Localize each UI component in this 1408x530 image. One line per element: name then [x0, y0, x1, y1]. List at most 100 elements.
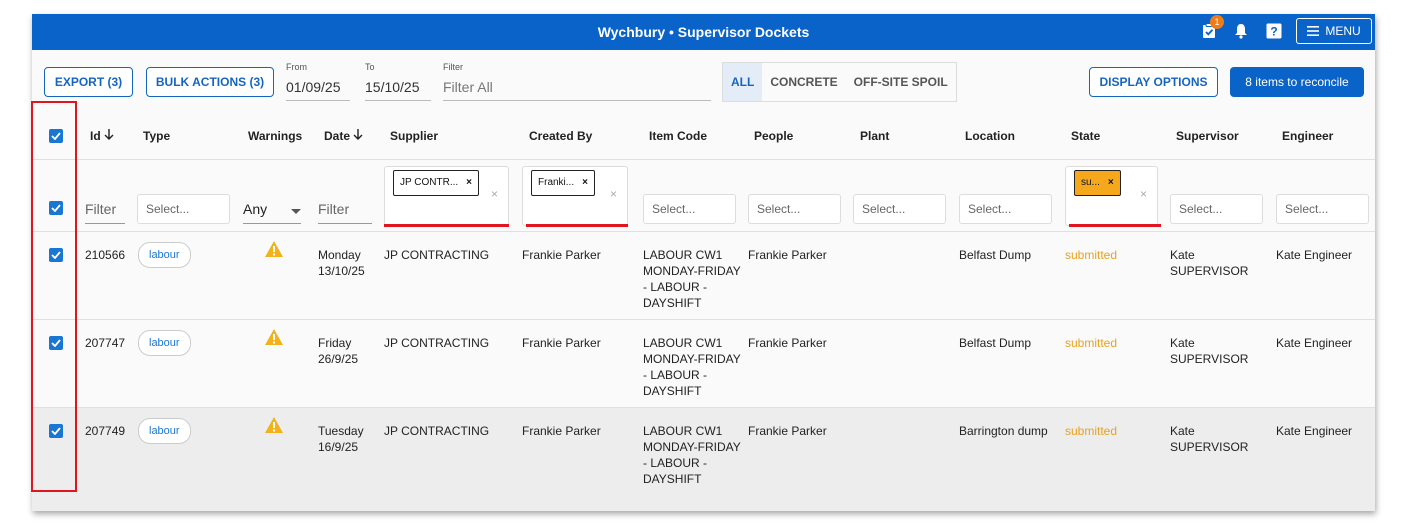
row-location: Barrington dump	[959, 424, 1048, 438]
item-code-line: - LABOUR -	[643, 368, 708, 382]
row-id[interactable]: 207747	[85, 335, 125, 351]
supervisor-line: SUPERVISOR	[1170, 440, 1249, 454]
reconcile-button[interactable]: 8 items to reconcile	[1230, 67, 1364, 97]
supervisor-line: Kate	[1170, 248, 1195, 262]
created-by-chip-remove-icon[interactable]: ×	[582, 177, 588, 188]
warning-icon	[265, 329, 283, 345]
plant-filter-select[interactable]: Select...	[853, 194, 946, 224]
header-plant[interactable]: Plant	[860, 129, 889, 143]
type-filter-select[interactable]: Select...	[137, 194, 230, 224]
tasks-button[interactable]: 1	[1200, 15, 1224, 40]
filter-placeholder: Filter All	[443, 79, 493, 95]
header-id[interactable]: Id	[90, 129, 114, 143]
top-bar: Wychbury • Supervisor Dockets 1 ? MENU	[32, 14, 1375, 50]
item-code-line: DAYSHIFT	[643, 384, 702, 398]
header-date-label: Date	[324, 129, 351, 143]
supervisor-filter-select[interactable]: Select...	[1170, 194, 1263, 224]
item-code-filter-select[interactable]: Select...	[643, 194, 736, 224]
help-button[interactable]: ?	[1265, 22, 1283, 40]
header-item-code[interactable]: Item Code	[649, 129, 707, 143]
header-warnings[interactable]: Warnings	[248, 129, 302, 143]
item-code-line: LABOUR CW1	[643, 424, 723, 438]
id-filter-placeholder: Filter	[85, 201, 117, 217]
supplier-clear-icon[interactable]: ×	[491, 187, 498, 201]
row-supplier: JP CONTRACTING	[384, 248, 490, 262]
supplier-chip-remove-icon[interactable]: ×	[466, 177, 472, 188]
from-value: 01/09/25	[286, 79, 341, 95]
header-engineer[interactable]: Engineer	[1282, 129, 1333, 143]
display-options-button[interactable]: DISPLAY OPTIONS	[1089, 67, 1218, 97]
header-state[interactable]: State	[1071, 129, 1100, 143]
row-people: Frankie Parker	[748, 336, 827, 350]
bulk-actions-button[interactable]: BULK ACTIONS (3)	[146, 67, 274, 97]
export-button[interactable]: EXPORT (3)	[44, 67, 133, 97]
from-label: From	[286, 62, 307, 72]
supervisor-line: SUPERVISOR	[1170, 352, 1249, 366]
supplier-filter-select[interactable]: JP CONTR... × ×	[384, 166, 509, 226]
menu-label: MENU	[1325, 24, 1361, 38]
header-supervisor[interactable]: Supervisor	[1176, 129, 1239, 143]
id-filter-input[interactable]: Filter	[85, 201, 125, 224]
header-type[interactable]: Type	[143, 129, 170, 143]
item-code-line: - LABOUR -	[643, 456, 708, 470]
supplier-highlight-underline	[384, 224, 509, 227]
tab-concrete[interactable]: CONCRETE	[762, 63, 845, 101]
header-date[interactable]: Date	[324, 129, 363, 143]
notifications-button[interactable]	[1232, 22, 1250, 40]
supervisor-line: Kate	[1170, 336, 1195, 350]
row-id[interactable]: 210566	[85, 247, 125, 263]
filter-label: Filter	[443, 62, 463, 72]
menu-button[interactable]: MENU	[1296, 18, 1372, 44]
state-filter-chip[interactable]: su... ×	[1074, 170, 1121, 196]
row-created-by: Frankie Parker	[522, 336, 601, 350]
warning-icon	[265, 417, 283, 433]
app-title: Wychbury • Supervisor Dockets	[597, 24, 810, 40]
state-chip-remove-icon[interactable]: ×	[1108, 177, 1114, 188]
row-item-code: LABOUR CW1 MONDAY-FRIDAY - LABOUR - DAYSHIF…	[643, 335, 741, 399]
header-location[interactable]: Location	[965, 129, 1015, 143]
row-location: Belfast Dump	[959, 336, 1032, 350]
created-by-clear-icon[interactable]: ×	[610, 187, 617, 201]
warnings-filter-value: Any	[243, 201, 268, 217]
row-item-code: LABOUR CW1 MONDAY-FRIDAY - LABOUR - DAYSHIF…	[643, 423, 741, 487]
row-date-day: Friday	[318, 336, 352, 350]
caret-down-icon	[291, 209, 301, 214]
tab-all[interactable]: ALL	[723, 63, 763, 101]
row-state: submitted	[1065, 424, 1118, 438]
state-filter-select[interactable]: su... × ×	[1065, 166, 1158, 226]
engineer-filter-select[interactable]: Select...	[1276, 194, 1369, 224]
row-id[interactable]: 207749	[85, 423, 125, 439]
created-by-filter-chip[interactable]: Franki... ×	[531, 170, 595, 196]
row-state: submitted	[1065, 336, 1118, 350]
tab-off-site-spoil[interactable]: OFF-SITE SPOIL	[846, 63, 956, 101]
state-highlight-underline	[1069, 224, 1161, 227]
row-supervisor: Kate SUPERVISOR	[1170, 335, 1248, 367]
checkbox-column-highlight	[31, 101, 77, 492]
arrow-down-icon	[353, 129, 363, 140]
header-created-by[interactable]: Created By	[529, 129, 592, 143]
header-supplier[interactable]: Supplier	[390, 129, 438, 143]
row-date: Friday 26/9/25	[318, 335, 358, 367]
item-code-line: LABOUR CW1	[643, 336, 723, 350]
to-date-field[interactable]: To 15/10/25	[365, 62, 431, 101]
category-tabs: ALL CONCRETE OFF-SITE SPOIL	[722, 62, 957, 102]
row-engineer: Kate Engineer	[1276, 336, 1353, 350]
created-by-highlight-underline	[526, 224, 628, 227]
supplier-filter-chip[interactable]: JP CONTR... ×	[393, 170, 479, 196]
row-engineer: Kate Engineer	[1276, 424, 1353, 438]
created-by-chip-label: Franki...	[538, 177, 575, 188]
supplier-chip-label: JP CONTR...	[400, 177, 459, 188]
row-date-value: 26/9/25	[318, 352, 359, 366]
row-people: Frankie Parker	[748, 424, 827, 438]
created-by-filter-select[interactable]: Franki... × ×	[522, 166, 628, 226]
from-date-field[interactable]: From 01/09/25	[286, 62, 350, 101]
hamburger-icon	[1307, 26, 1320, 36]
filter-all-input[interactable]: Filter Filter All	[443, 62, 711, 101]
location-filter-select[interactable]: Select...	[959, 194, 1052, 224]
date-filter-input[interactable]: Filter	[318, 201, 372, 224]
people-filter-select[interactable]: Select...	[748, 194, 841, 224]
warnings-filter-select[interactable]: Any	[243, 201, 301, 224]
state-clear-icon[interactable]: ×	[1140, 187, 1147, 201]
row-supervisor: Kate SUPERVISOR	[1170, 423, 1248, 455]
header-people[interactable]: People	[754, 129, 793, 143]
